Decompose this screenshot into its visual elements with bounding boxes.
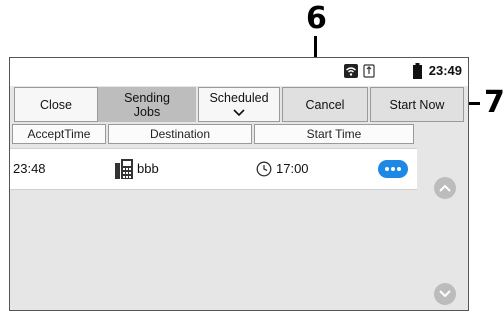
job-destination: bbb <box>137 161 159 176</box>
callout-6: 6 <box>306 1 327 36</box>
battery-icon <box>413 63 422 84</box>
job-accept-time: 23:48 <box>13 161 46 176</box>
column-header-start-time[interactable]: Start Time <box>254 124 414 144</box>
column-header-accept-time[interactable]: AcceptTime <box>12 124 106 144</box>
scroll-down-button[interactable] <box>434 283 456 305</box>
start-now-button[interactable]: Start Now <box>370 87 464 122</box>
fax-icon <box>115 159 133 179</box>
tab-sending-jobs[interactable]: Sending Jobs <box>98 87 196 122</box>
clock-icon <box>256 161 272 177</box>
action-bar: Close Sending Jobs Scheduled Cancel Star… <box>10 87 468 122</box>
chevron-down-icon <box>439 290 451 298</box>
start-now-button-label: Start Now <box>389 97 445 112</box>
more-icon[interactable] <box>378 159 408 179</box>
status-clock: 23:49 <box>428 63 462 78</box>
column-headers: AcceptTime Destination Start Time <box>10 124 468 144</box>
scheduled-dropdown-label: Scheduled <box>209 90 269 105</box>
status-bar: 23:49 <box>10 58 468 86</box>
job-start-time: 17:00 <box>276 161 309 176</box>
table-row[interactable]: 23:48 bbb 17:00 <box>10 148 417 190</box>
tab-sending-jobs-line1: Sending <box>124 90 170 105</box>
close-button-label: Close <box>40 97 72 112</box>
cancel-button-label: Cancel <box>305 97 345 112</box>
scroll-up-button[interactable] <box>434 177 456 199</box>
device-screen: 23:49 Close Sending Jobs Scheduled Cance… <box>9 57 469 311</box>
column-header-destination[interactable]: Destination <box>108 124 252 144</box>
callout-7: 7 <box>484 85 504 120</box>
usb-icon <box>363 64 375 83</box>
cancel-button[interactable]: Cancel <box>282 87 368 122</box>
chevron-up-icon <box>439 184 451 192</box>
scheduled-dropdown[interactable]: Scheduled <box>198 87 280 122</box>
chevron-down-icon <box>233 105 245 119</box>
tab-sending-jobs-line2: Jobs <box>133 104 161 119</box>
wifi-icon <box>344 64 358 83</box>
close-button[interactable]: Close <box>14 87 98 122</box>
